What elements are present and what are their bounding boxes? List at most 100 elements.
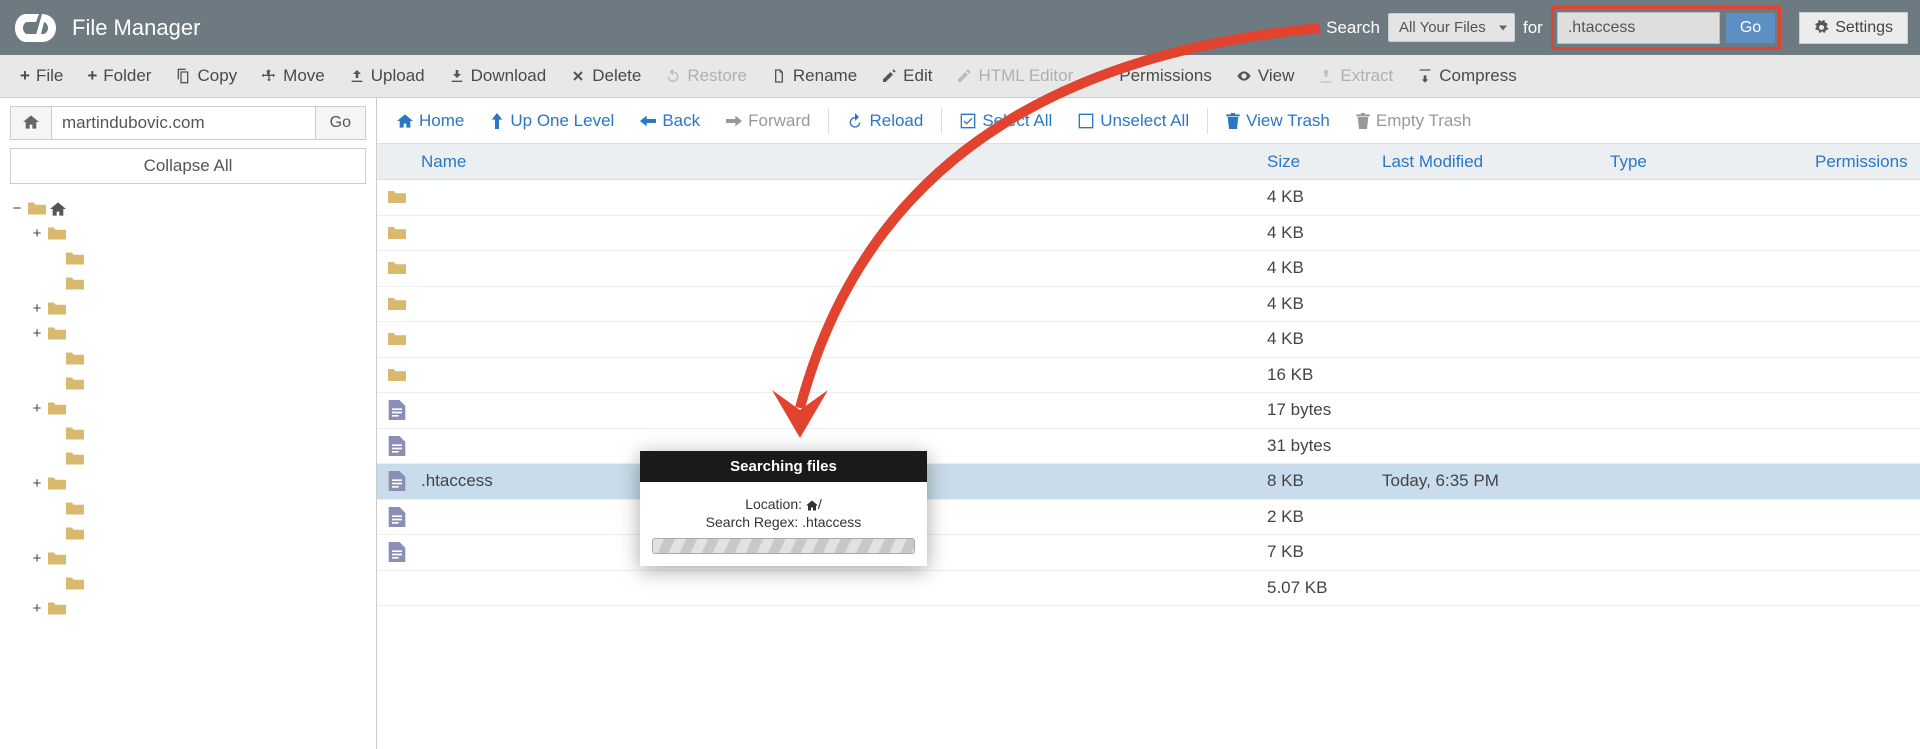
logo-area: File Manager xyxy=(12,10,200,46)
compress-button[interactable]: Compress xyxy=(1405,58,1528,94)
table-row[interactable]: 5.07 KB xyxy=(377,571,1920,607)
move-icon xyxy=(261,68,277,84)
tree-toggle[interactable]: + xyxy=(30,325,44,342)
html-editor-icon xyxy=(956,68,972,84)
table-header: Name Size Last Modified Type Permissions xyxy=(377,144,1920,180)
folder-icon xyxy=(66,276,84,291)
download-icon xyxy=(449,68,465,84)
collapse-all-button[interactable]: Collapse All xyxy=(10,148,366,184)
home-icon xyxy=(806,500,818,511)
table-row[interactable]: 4 KB xyxy=(377,180,1920,216)
nav-back-button[interactable]: Back xyxy=(628,103,712,139)
compress-icon xyxy=(1417,68,1433,84)
content-navbar: Home Up One Level Back Forward Reload Se… xyxy=(377,98,1920,144)
nav-up-button[interactable]: Up One Level xyxy=(478,103,626,139)
table-row[interactable]: 16 KB xyxy=(377,358,1920,394)
download-button[interactable]: Download xyxy=(437,58,559,94)
search-area: Search All Your Files for Go Settings xyxy=(1326,6,1908,50)
html-editor-button[interactable]: HTML Editor xyxy=(944,58,1085,94)
tree-toggle[interactable]: − xyxy=(10,200,24,217)
home-icon xyxy=(397,114,413,128)
extract-button[interactable]: Extract xyxy=(1306,58,1405,94)
check-icon xyxy=(960,113,976,129)
main-toolbar: +File +Folder Copy Move Upload Download … xyxy=(0,55,1920,98)
search-highlight-box: Go xyxy=(1551,6,1781,50)
folder-icon xyxy=(66,576,84,591)
view-button[interactable]: View xyxy=(1224,58,1307,94)
col-name-header[interactable]: Name xyxy=(417,152,1267,172)
table-row[interactable]: 4 KB xyxy=(377,251,1920,287)
nav-unselect-all-button[interactable]: Unselect All xyxy=(1066,103,1201,139)
dialog-body: Location: / Search Regex: .htaccess xyxy=(640,482,927,566)
table-row[interactable]: 4 KB xyxy=(377,287,1920,323)
nav-select-all-button[interactable]: Select All xyxy=(948,103,1064,139)
for-label: for xyxy=(1523,18,1543,38)
folder-icon xyxy=(66,376,84,391)
restore-button[interactable]: Restore xyxy=(653,58,759,94)
rename-icon xyxy=(771,68,787,84)
table-body[interactable]: 4 KB4 KB4 KB4 KB4 KB16 KB17 bytes31 byte… xyxy=(377,180,1920,749)
file-button[interactable]: +File xyxy=(8,58,75,94)
tree-toggle[interactable]: + xyxy=(30,475,44,492)
tree-toggle[interactable]: + xyxy=(30,300,44,317)
sidebar: Go Collapse All − + + + + + + + xyxy=(0,98,377,749)
copy-icon xyxy=(175,68,191,84)
col-perm-header[interactable]: Permissions xyxy=(1815,152,1920,172)
table-row[interactable]: 2 KB xyxy=(377,500,1920,536)
extract-icon xyxy=(1318,68,1334,84)
col-type-header[interactable]: Type xyxy=(1610,152,1815,172)
tree-toggle[interactable]: + xyxy=(30,550,44,567)
delete-button[interactable]: Delete xyxy=(558,58,653,94)
address-home-button[interactable] xyxy=(10,106,52,140)
up-icon xyxy=(490,113,504,129)
search-input[interactable] xyxy=(1557,12,1720,44)
nav-home-button[interactable]: Home xyxy=(385,103,476,139)
table-row[interactable]: .htaccess8 KBToday, 6:35 PM xyxy=(377,464,1920,500)
move-button[interactable]: Move xyxy=(249,58,337,94)
upload-button[interactable]: Upload xyxy=(337,58,437,94)
home-icon xyxy=(23,115,39,129)
header-bar: File Manager Search All Your Files for G… xyxy=(0,0,1920,55)
forward-icon xyxy=(726,114,742,128)
search-scope-select[interactable]: All Your Files xyxy=(1388,13,1515,42)
searching-dialog: Searching files Location: / Search Regex… xyxy=(640,451,927,566)
col-size-header[interactable]: Size xyxy=(1267,152,1382,172)
tree-toggle[interactable]: + xyxy=(30,225,44,242)
edit-button[interactable]: Edit xyxy=(869,58,944,94)
settings-button[interactable]: Settings xyxy=(1799,12,1908,44)
copy-button[interactable]: Copy xyxy=(163,58,249,94)
permissions-button[interactable]: Permissions xyxy=(1085,58,1224,94)
folder-icon xyxy=(48,226,66,241)
rename-button[interactable]: Rename xyxy=(759,58,869,94)
restore-icon xyxy=(665,68,681,84)
col-modified-header[interactable]: Last Modified xyxy=(1382,152,1610,172)
folder-icon xyxy=(66,426,84,441)
trash-icon xyxy=(1226,113,1240,129)
folder-icon xyxy=(48,601,66,616)
table-row[interactable]: 4 KB xyxy=(377,322,1920,358)
tree-toggle[interactable]: + xyxy=(30,600,44,617)
nav-forward-button[interactable]: Forward xyxy=(714,103,822,139)
folder-icon xyxy=(66,351,84,366)
folder-icon xyxy=(66,526,84,541)
table-row[interactable]: 4 KB xyxy=(377,216,1920,252)
table-row[interactable]: 31 bytes xyxy=(377,429,1920,465)
table-row[interactable]: 17 bytes xyxy=(377,393,1920,429)
table-row[interactable]: 7 KB xyxy=(377,535,1920,571)
back-icon xyxy=(640,114,656,128)
folder-button[interactable]: +Folder xyxy=(75,58,163,94)
tree-toggle[interactable]: + xyxy=(30,400,44,417)
address-input[interactable] xyxy=(52,106,316,140)
address-go-button[interactable]: Go xyxy=(316,106,366,140)
folder-icon xyxy=(66,501,84,516)
nav-reload-button[interactable]: Reload xyxy=(835,103,935,139)
folder-icon xyxy=(48,326,66,341)
folder-tree[interactable]: − + + + + + + + xyxy=(0,192,376,749)
dialog-title: Searching files xyxy=(640,451,927,482)
search-go-button[interactable]: Go xyxy=(1726,13,1775,43)
nav-empty-trash-button[interactable]: Empty Trash xyxy=(1344,103,1483,139)
nav-view-trash-button[interactable]: View Trash xyxy=(1214,103,1342,139)
search-label: Search xyxy=(1326,18,1380,38)
uncheck-icon xyxy=(1078,113,1094,129)
folder-icon xyxy=(66,251,84,266)
